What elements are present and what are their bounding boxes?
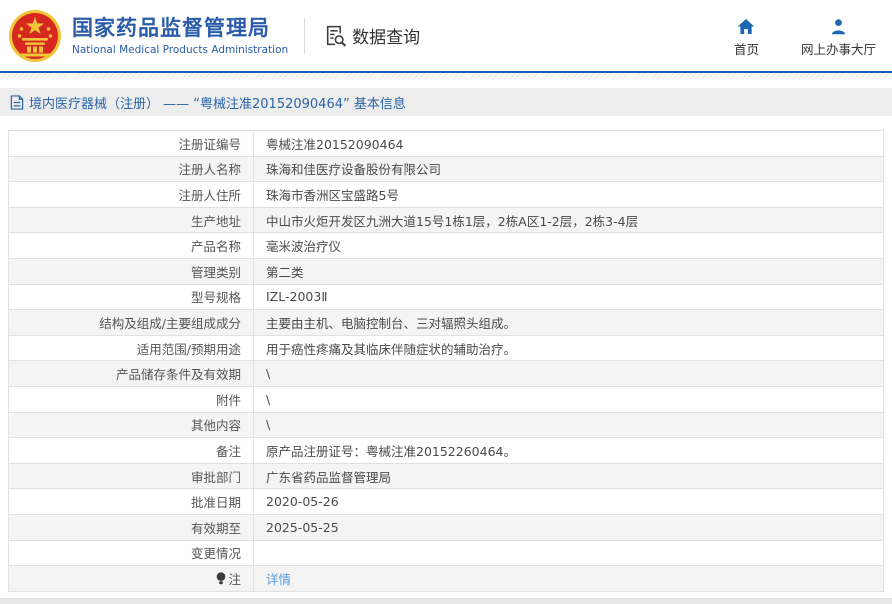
- row-value: \: [266, 417, 271, 433]
- table-row: 型号规格 IZL-2003Ⅱ: [9, 284, 883, 311]
- row-label: 适用范围/预期用途: [9, 335, 254, 361]
- table-row: 结构及组成/主要组成成分 主要由主机、电脑控制台、三对辐照头组成。: [9, 310, 883, 336]
- hatch-divider: [0, 73, 892, 79]
- top-nav: 首页 网上办事大厅: [734, 14, 876, 58]
- table-row: 附件 \: [9, 386, 883, 413]
- page-icon: [10, 94, 24, 110]
- header-logo[interactable]: 国家药品监督管理局 National Medical Products Admi…: [8, 9, 288, 63]
- row-label: 注: [9, 566, 254, 591]
- table-row: 注详情: [9, 566, 883, 592]
- row-label: 其他内容: [9, 412, 254, 438]
- nav-home[interactable]: 首页: [734, 18, 759, 58]
- breadcrumb-text: 境内医疗器械（注册） —— “粤械注准20152090464” 基本信息: [29, 96, 406, 112]
- row-value: 珠海市香洲区宝盛路5号: [266, 187, 399, 203]
- row-value: 中山市火炬开发区九洲大道15号1栋1层，2栋A区1-2层，2栋3-4层: [266, 213, 639, 229]
- row-label: 管理类别: [9, 258, 254, 284]
- row-label: 有效期至: [9, 514, 254, 540]
- table-row: 产品名称 毫米波治疗仪: [9, 233, 883, 259]
- breadcrumb: 境内医疗器械（注册） —— “粤械注准20152090464” 基本信息: [0, 88, 892, 116]
- page-header: 国家药品监督管理局 National Medical Products Admi…: [0, 0, 892, 71]
- table-row: 产品储存条件及有效期 \: [9, 361, 883, 387]
- data-query-label: 数据查询: [352, 28, 421, 48]
- detail-link[interactable]: 详情: [266, 569, 291, 588]
- row-value: [254, 541, 883, 566]
- person-icon: [831, 18, 846, 34]
- row-value: 主要由主机、电脑控制台、三对辐照头组成。: [266, 315, 517, 331]
- row-value: 2025-05-25: [266, 519, 339, 535]
- row-label: 注册人住所: [9, 182, 254, 207]
- row-value: 第二类: [266, 264, 304, 280]
- header-divider: [304, 17, 306, 54]
- table-row: 批准日期 2020-05-26: [9, 489, 883, 515]
- row-label: 产品储存条件及有效期: [9, 361, 254, 386]
- row-label: 审批部门: [9, 463, 254, 489]
- row-value: 粤械注准20152090464: [266, 136, 404, 152]
- row-label: 型号规格: [9, 284, 254, 310]
- table-row: 注册人住所 珠海市香洲区宝盛路5号: [9, 182, 883, 208]
- table-row: 管理类别 第二类: [9, 258, 883, 285]
- table-row: 备注 原产品注册证号：粤械注准20152260464。: [9, 438, 883, 464]
- footer-bar: [0, 597, 892, 604]
- row-label: 生产地址: [9, 207, 254, 233]
- nav-service-hall[interactable]: 网上办事大厅: [801, 18, 876, 58]
- table-row: 有效期至 2025-05-25: [9, 514, 883, 541]
- row-label: 注册人名称: [9, 156, 254, 182]
- row-label: 结构及组成/主要组成成分: [9, 310, 254, 335]
- row-value: \: [266, 391, 271, 407]
- row-label: 批准日期: [9, 489, 254, 514]
- note-icon: [217, 572, 226, 585]
- row-value: 原产品注册证号：粤械注准20152260464。: [266, 443, 516, 459]
- detail-table: 注册证编号 粤械注准20152090464 注册人名称 珠海和佳医疗设备股份有限公司注…: [8, 130, 884, 592]
- nav-service-hall-label: 网上办事大厅: [800, 41, 876, 57]
- row-label: 变更情况: [9, 540, 254, 566]
- table-row: 审批部门 广东省药品监督管理局: [9, 463, 883, 490]
- document-search-icon: [327, 25, 347, 47]
- home-icon: [738, 18, 755, 34]
- row-value: 珠海和佳医疗设备股份有限公司: [266, 162, 442, 178]
- row-label: 附件: [9, 386, 254, 412]
- data-query-nav[interactable]: 数据查询: [323, 23, 420, 48]
- row-value: 毫米波治疗仪: [266, 239, 342, 255]
- row-label: 注册证编号: [9, 131, 254, 156]
- row-value: 广东省药品监督管理局: [266, 469, 392, 485]
- agency-title-block: 国家药品监督管理局 National Medical Products Admi…: [72, 15, 288, 55]
- table-row: 生产地址 中山市火炬开发区九洲大道15号1栋1层，2栋A区1-2层，2栋3-4层: [9, 207, 883, 234]
- row-value: 详情: [254, 566, 883, 591]
- row-value: \: [266, 366, 271, 382]
- table-row: 适用范围/预期用途 用于癌性疼痛及其临床伴随症状的辅助治疗。: [9, 335, 883, 362]
- agency-name-cn: 国家药品监督管理局: [72, 16, 270, 41]
- agency-name-en: National Medical Products Administration: [72, 43, 289, 56]
- table-row: 注册人名称 珠海和佳医疗设备股份有限公司: [9, 156, 883, 183]
- row-label: 备注: [9, 438, 254, 463]
- row-value: IZL-2003Ⅱ: [266, 289, 328, 305]
- table-row: 注册证编号 粤械注准20152090464: [9, 131, 883, 157]
- national-emblem-icon: [9, 9, 61, 62]
- row-label: 产品名称: [9, 233, 254, 258]
- row-value: 用于癌性疼痛及其临床伴随症状的辅助治疗。: [266, 341, 517, 357]
- row-value: 2020-05-26: [266, 494, 339, 510]
- table-row: 变更情况: [9, 540, 883, 567]
- table-row: 其他内容 \: [9, 412, 883, 439]
- nav-home-label: 首页: [733, 41, 759, 57]
